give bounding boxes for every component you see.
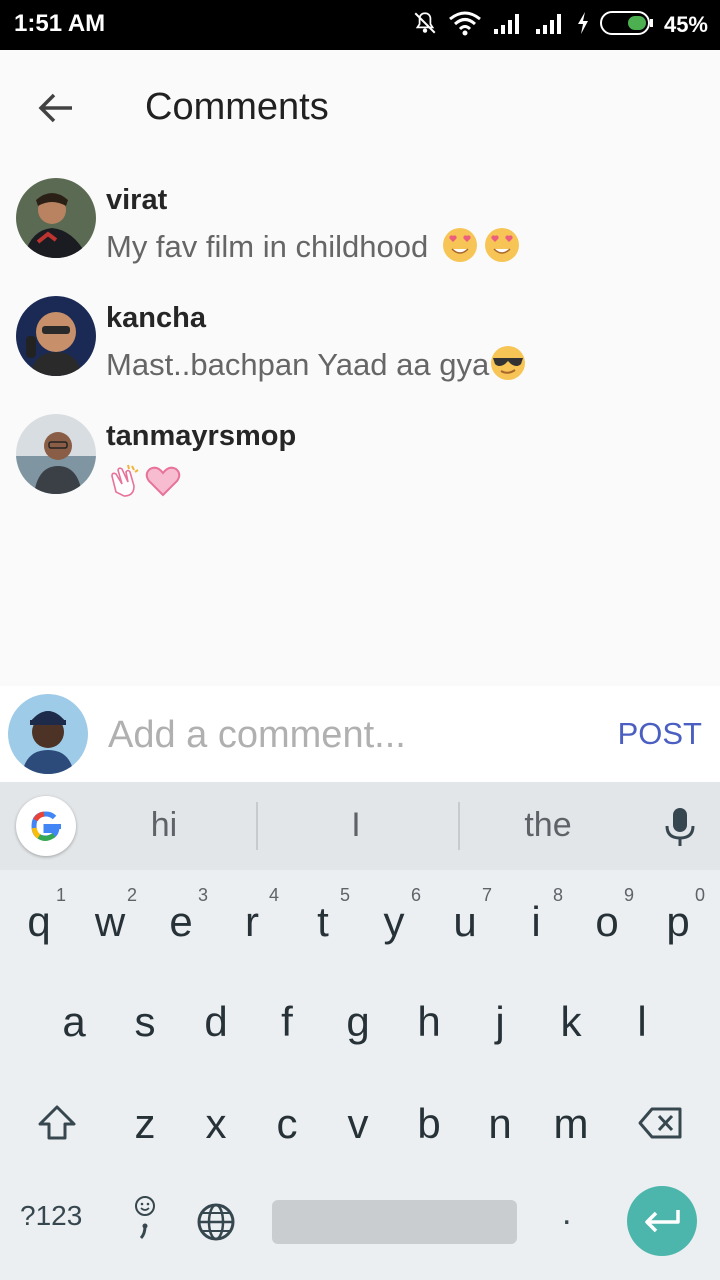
key-x[interactable]: x	[181, 1076, 251, 1172]
google-icon[interactable]	[16, 796, 76, 856]
status-icons: 45%	[412, 8, 708, 42]
key-hint: 4	[268, 885, 279, 905]
key-l[interactable]: l	[607, 974, 677, 1070]
comment-item: kancha Mast..bachpan Yaad aa gya	[16, 296, 706, 396]
battery-icon	[599, 10, 654, 41]
comment-text: Mast..bachpan Yaad aa gya	[106, 344, 527, 390]
key-r[interactable]: 4r	[217, 874, 287, 970]
heart-eyes-emoji-icon	[483, 226, 521, 272]
app-bar: Comments	[0, 50, 720, 166]
key-y[interactable]: 6y	[359, 874, 429, 970]
key-a[interactable]: a	[39, 974, 109, 1070]
key-o[interactable]: 9o	[572, 874, 642, 970]
key-p[interactable]: 0p	[643, 874, 713, 970]
sunglasses-emoji-icon	[489, 344, 527, 390]
enter-arrow-icon	[645, 1210, 680, 1233]
key-n[interactable]: n	[465, 1076, 535, 1172]
battery-percent: 45%	[663, 12, 708, 37]
key-w[interactable]: 2w	[75, 874, 145, 970]
comment-username[interactable]: virat	[106, 184, 167, 217]
key-q[interactable]: 1q	[4, 874, 74, 970]
comment-body: My fav film in childhood	[106, 229, 429, 265]
key-f[interactable]: f	[252, 974, 322, 1070]
key-g[interactable]: g	[323, 974, 393, 1070]
avatar[interactable]	[16, 178, 96, 258]
key-hint: 8	[552, 885, 563, 905]
key-hint: 3	[197, 885, 208, 905]
key-v[interactable]: v	[323, 1076, 393, 1172]
globe-icon	[197, 1203, 235, 1241]
key-i[interactable]: 8i	[501, 874, 571, 970]
key-j[interactable]: j	[465, 974, 535, 1070]
comment-text: My fav film in childhood	[106, 226, 521, 272]
back-button[interactable]	[30, 84, 82, 132]
key-c[interactable]: c	[252, 1076, 322, 1172]
suggestion-divider	[458, 802, 460, 850]
pink-heart-emoji-icon	[144, 462, 182, 508]
key-b[interactable]: b	[394, 1076, 464, 1172]
back-arrow-icon	[38, 93, 72, 123]
signal-icon-1	[492, 11, 524, 40]
backspace-icon	[638, 1107, 682, 1139]
suggestion-1[interactable]: hi	[94, 806, 234, 845]
comment-body: Mast..bachpan Yaad aa gya	[106, 347, 490, 383]
symbols-key[interactable]: ?123	[20, 1200, 82, 1232]
heart-eyes-emoji-icon	[441, 226, 479, 272]
key-hint: 9	[623, 885, 634, 905]
key-z[interactable]: z	[110, 1076, 180, 1172]
charging-icon	[576, 11, 590, 40]
mic-icon[interactable]	[662, 806, 698, 848]
suggestion-2[interactable]: I	[286, 806, 426, 845]
comment-username[interactable]: tanmayrsmop	[106, 420, 296, 453]
comment-composer: POST	[0, 686, 720, 782]
key-t[interactable]: 5t	[288, 874, 358, 970]
clapping-hands-emoji-icon	[106, 462, 144, 508]
key-h[interactable]: h	[394, 974, 464, 1070]
status-bar: 1:51 AM 45%	[0, 0, 720, 50]
mute-bell-icon	[412, 10, 438, 41]
shift-key[interactable]	[22, 1076, 92, 1172]
status-time: 1:51 AM	[14, 10, 106, 37]
suggestion-divider	[256, 802, 258, 850]
enter-key[interactable]	[627, 1186, 697, 1256]
space-bar[interactable]	[272, 1200, 517, 1244]
emoji-comma-key[interactable]	[130, 1194, 162, 1246]
signal-icon-2	[534, 11, 566, 40]
my-avatar	[8, 694, 88, 774]
key-s[interactable]: s	[110, 974, 180, 1070]
comment-item: tanmayrsmop	[16, 414, 706, 514]
backspace-key[interactable]	[626, 1076, 696, 1172]
post-button[interactable]: POST	[618, 716, 702, 752]
suggestion-bar: hi I the	[0, 782, 720, 870]
key-u[interactable]: 7u	[430, 874, 500, 970]
key-hint: 7	[481, 885, 492, 905]
smiley-icon	[135, 1196, 155, 1240]
period-key[interactable]: .	[562, 1194, 571, 1233]
avatar[interactable]	[16, 296, 96, 376]
key-hint: 1	[55, 885, 66, 905]
comment-text	[106, 462, 182, 508]
key-hint: 5	[339, 885, 350, 905]
globe-key[interactable]	[196, 1202, 236, 1242]
key-hint: 6	[410, 885, 421, 905]
key-k[interactable]: k	[536, 974, 606, 1070]
key-hint: 2	[126, 885, 137, 905]
suggestion-3[interactable]: the	[478, 806, 618, 845]
key-m[interactable]: m	[536, 1076, 606, 1172]
key-e[interactable]: 3e	[146, 874, 216, 970]
comment-input[interactable]	[108, 708, 588, 762]
key-d[interactable]: d	[181, 974, 251, 1070]
comment-username[interactable]: kancha	[106, 302, 206, 335]
wifi-icon	[448, 10, 482, 41]
avatar[interactable]	[16, 414, 96, 494]
keyboard: hi I the 1q 2w 3e 4r 5t 6y 7u 8i 9o 0p a…	[0, 782, 720, 1280]
page-title: Comments	[145, 86, 329, 128]
key-hint: 0	[694, 885, 705, 905]
shift-icon	[38, 1105, 76, 1140]
comment-item: virat My fav film in childhood	[16, 178, 706, 278]
